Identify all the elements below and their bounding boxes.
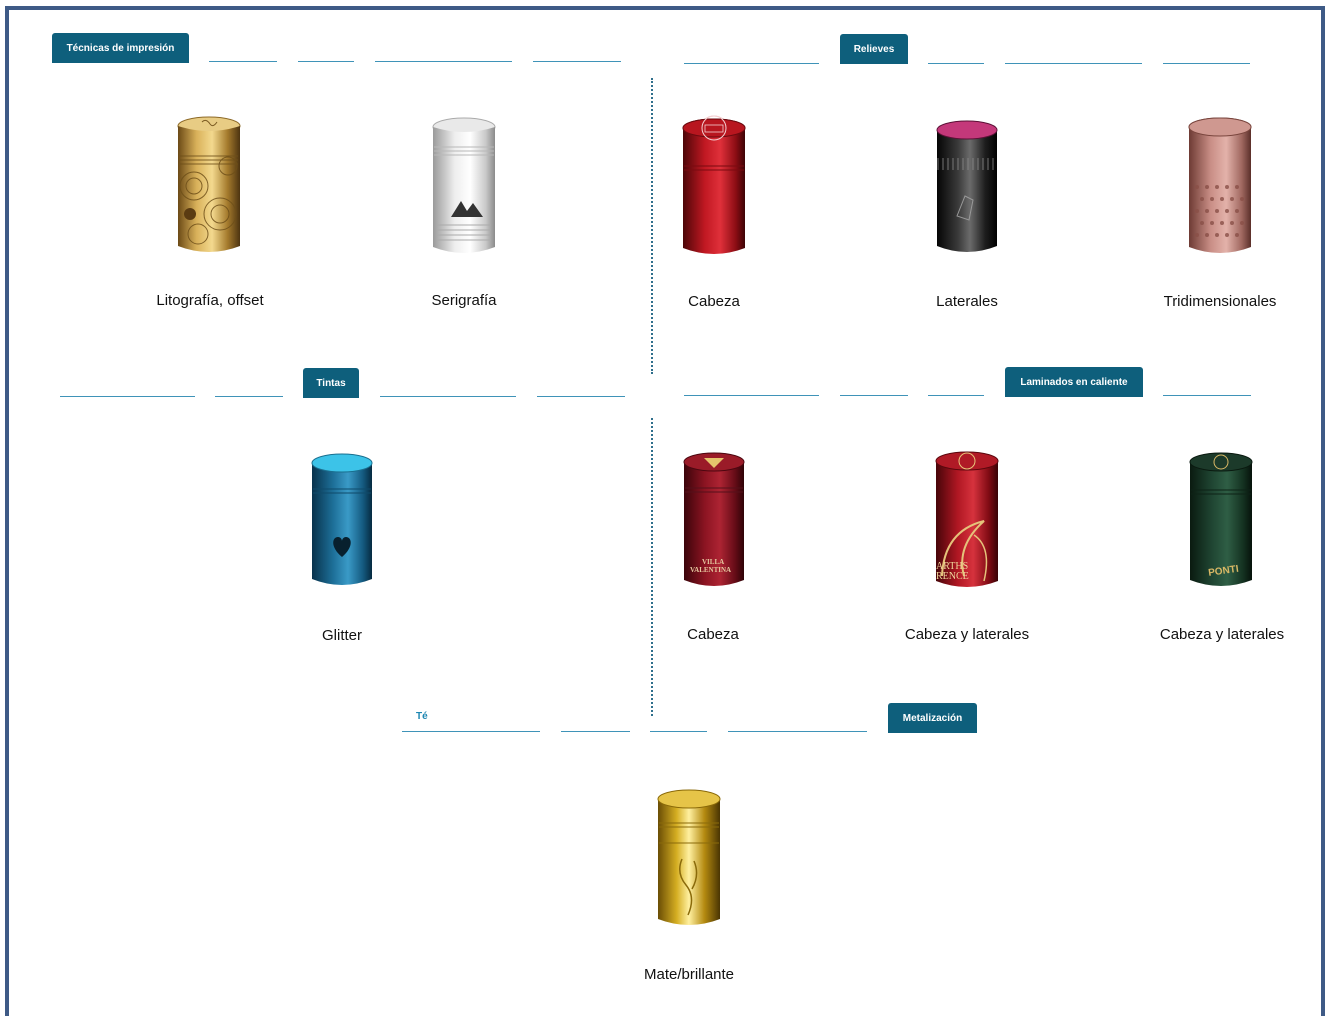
- item-label: Glitter: [321, 627, 363, 644]
- tab-placeholder[interactable]: [1163, 395, 1251, 396]
- white-screenprint-capsule-icon[interactable]: [431, 117, 497, 257]
- tab-placeholder[interactable]: [375, 61, 512, 62]
- red-embossed-head-capsule-icon[interactable]: [681, 115, 747, 258]
- tab-placeholder[interactable]: [380, 396, 516, 397]
- vertical-divider: [651, 78, 653, 374]
- tab-placeholder[interactable]: [928, 63, 984, 64]
- item-label: Cabeza: [688, 293, 740, 310]
- item-label: Laterales: [936, 293, 998, 310]
- tab-placeholder[interactable]: [60, 396, 195, 397]
- gold-lithography-capsule-icon[interactable]: [176, 116, 242, 256]
- burgundy-hotfoil-head-capsule-icon[interactable]: VILLA VALENTINA: [682, 452, 746, 590]
- tab-placeholder[interactable]: [533, 61, 621, 62]
- tab-placeholder[interactable]: [1005, 63, 1142, 64]
- pink-3d-capsule-icon[interactable]: [1187, 117, 1253, 257]
- gold-metallic-capsule-icon[interactable]: [656, 789, 722, 929]
- tab-metalizacion[interactable]: Metalización: [888, 703, 977, 733]
- tab-placeholder[interactable]: [215, 396, 283, 397]
- tab-placeholder[interactable]: [209, 61, 277, 62]
- tab-relieves[interactable]: Relieves: [840, 34, 908, 64]
- vertical-divider: [651, 418, 653, 716]
- tab-tintas[interactable]: Tintas: [303, 368, 359, 398]
- tab-placeholder[interactable]: [840, 395, 908, 396]
- capsule-engraving: RENCE: [936, 571, 969, 582]
- tab-placeholder[interactable]: [561, 731, 630, 732]
- tab-placeholder[interactable]: [537, 396, 625, 397]
- tab-placeholder[interactable]: [1163, 63, 1250, 64]
- item-label: Mate/brillante: [643, 966, 735, 983]
- tab-placeholder[interactable]: [298, 61, 354, 62]
- item-label: Litografía, offset: [156, 292, 264, 309]
- item-label: Tridimensionales: [1163, 293, 1277, 310]
- tab-placeholder[interactable]: [650, 731, 707, 732]
- green-hotfoil-capsule-icon[interactable]: PONTI: [1188, 452, 1254, 590]
- item-label: Cabeza y laterales: [904, 626, 1030, 643]
- black-embossed-sides-capsule-icon[interactable]: [935, 120, 999, 256]
- tab-laminados-en-caliente[interactable]: Laminados en caliente: [1005, 367, 1143, 397]
- tab-placeholder[interactable]: [402, 731, 540, 732]
- item-label: Cabeza y laterales: [1159, 626, 1285, 643]
- tab-placeholder[interactable]: [684, 395, 819, 396]
- tab-tecnicas-de-impresion[interactable]: Técnicas de impresión: [52, 33, 189, 63]
- capsule-engraving: VALENTINA: [690, 566, 731, 574]
- blue-glitter-capsule-icon[interactable]: [310, 453, 374, 589]
- item-label: Cabeza: [687, 626, 739, 643]
- red-hotfoil-capsule-icon[interactable]: ARTHS RENCE: [934, 451, 1000, 591]
- item-label: Serigrafía: [431, 292, 497, 309]
- ghost-tab-label: Té: [416, 711, 428, 722]
- tab-placeholder[interactable]: [728, 731, 867, 732]
- tab-placeholder[interactable]: [928, 395, 984, 396]
- tab-placeholder[interactable]: [684, 63, 819, 64]
- capsule-engraving: VILLA: [702, 558, 724, 566]
